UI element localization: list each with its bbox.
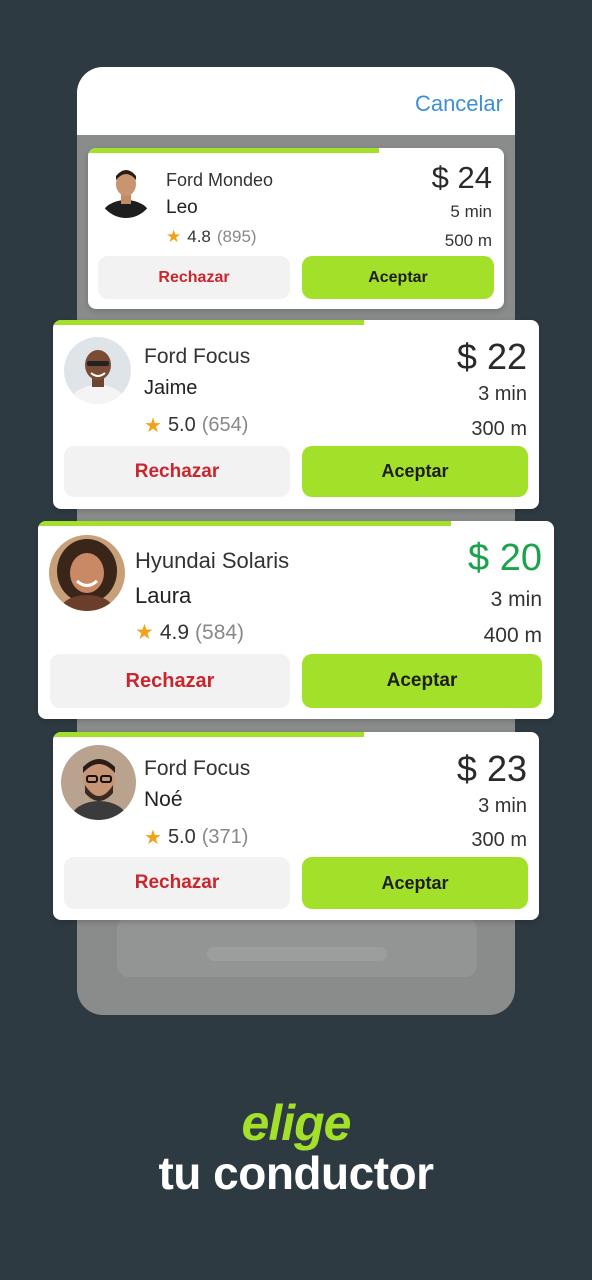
review-count: (371) xyxy=(201,826,249,848)
star-icon: ★ xyxy=(135,621,154,644)
rating-value: 5.0 xyxy=(167,414,196,436)
driver-name: Leo xyxy=(166,197,198,218)
accept-button[interactable]: Aceptar xyxy=(302,446,528,497)
tagline-accent: elige xyxy=(241,1095,352,1151)
car-model: Ford Mondeo xyxy=(166,170,274,190)
driver-name: Jaime xyxy=(144,377,198,399)
driver-offer-card: Hyundai Solaris Laura ★ 4.9 (584) $ 20 3… xyxy=(38,521,554,719)
reject-button[interactable]: Rechazar xyxy=(98,256,290,299)
top-bar: Cancelar xyxy=(77,67,515,135)
distance: 300 m xyxy=(471,829,527,851)
offer-timer-bar xyxy=(53,732,365,737)
offer-timer-bar xyxy=(53,320,365,325)
eta: 5 min xyxy=(450,202,492,221)
cancel-button[interactable]: Cancelar xyxy=(415,91,503,117)
driver-name: Noé xyxy=(144,788,183,811)
car-model: Ford Focus xyxy=(144,757,251,780)
driver-avatar xyxy=(64,337,131,404)
offer-price: $ 22 xyxy=(456,336,527,377)
rating-value: 4.8 xyxy=(187,227,211,246)
star-icon: ★ xyxy=(144,827,162,849)
driver-rating: ★ 4.9 (584) xyxy=(135,620,244,645)
reject-button[interactable]: Rechazar xyxy=(50,654,290,708)
tagline-main: tu conductor xyxy=(158,1147,434,1199)
eta: 3 min xyxy=(478,383,527,405)
offer-timer-bar xyxy=(38,521,451,526)
star-icon: ★ xyxy=(166,227,182,246)
driver-offer-card: Ford Mondeo Leo ★ 4.8 (895) $ 24 5 min 5… xyxy=(88,148,504,309)
offer-price: $ 23 xyxy=(456,748,527,789)
driver-rating: ★ 5.0 (371) xyxy=(144,825,248,850)
driver-avatar xyxy=(98,162,154,218)
reject-button[interactable]: Rechazar xyxy=(64,857,290,909)
accept-button[interactable]: Aceptar xyxy=(302,256,494,299)
car-model: Ford Focus xyxy=(144,345,251,368)
accept-button[interactable]: Aceptar xyxy=(302,857,528,909)
offer-timer-bar xyxy=(88,148,380,153)
car-model: Hyundai Solaris xyxy=(135,548,290,573)
driver-rating: ★ 5.0 (654) xyxy=(144,413,248,438)
eta: 3 min xyxy=(478,795,527,817)
driver-avatar xyxy=(49,535,125,611)
reject-button[interactable]: Rechazar xyxy=(64,446,290,497)
star-icon: ★ xyxy=(144,415,162,437)
review-count: (895) xyxy=(216,227,257,246)
distance: 400 m xyxy=(483,624,542,647)
driver-rating: ★ 4.8 (895) xyxy=(166,227,257,247)
review-count: (654) xyxy=(201,414,249,436)
background-handle xyxy=(207,947,387,961)
eta: 3 min xyxy=(490,588,542,611)
driver-offer-card: Ford Focus Noé ★ 5.0 (371) $ 23 3 min 30… xyxy=(53,732,539,920)
driver-offer-card: Ford Focus Jaime ★ 5.0 (654) $ 22 3 min … xyxy=(53,320,539,509)
offer-price: $ 24 xyxy=(431,160,492,195)
driver-avatar xyxy=(61,745,136,820)
review-count: (584) xyxy=(195,620,245,644)
offer-price: $ 20 xyxy=(468,537,542,579)
rating-value: 4.9 xyxy=(159,620,190,644)
accept-button[interactable]: Aceptar xyxy=(302,654,542,708)
driver-name: Laura xyxy=(135,583,192,608)
distance: 300 m xyxy=(471,418,527,440)
distance: 500 m xyxy=(444,231,492,250)
rating-value: 5.0 xyxy=(167,826,196,848)
